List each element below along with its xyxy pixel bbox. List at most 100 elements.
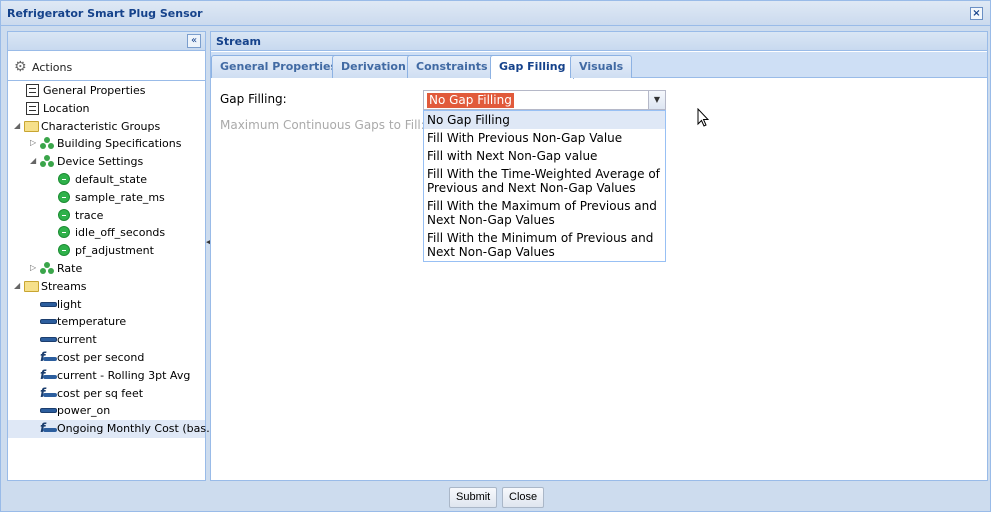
tree-node[interactable]: power_on bbox=[8, 402, 205, 420]
tab-gap-filling[interactable]: Gap Filling bbox=[490, 55, 575, 79]
gap-filling-dropdown: No Gap Filling Fill With Previous Non-Gap… bbox=[423, 110, 666, 262]
characteristic-icon bbox=[58, 226, 70, 239]
tree-node-label: Rate bbox=[57, 261, 83, 275]
gear-icon: ⚙ bbox=[14, 59, 27, 75]
tree-node-label: idle_off_seconds bbox=[75, 226, 166, 240]
entity-tree: General Properties Location ◢ Characteristi… bbox=[8, 82, 217, 438]
tree-node-label: pf_adjustment bbox=[75, 244, 154, 258]
gap-filling-select[interactable]: No Gap Filling ▼ bbox=[423, 90, 666, 110]
tree-node[interactable]: f cost per sq feet bbox=[8, 385, 205, 403]
dialog-window: Refrigerator Smart Plug Sensor × « ⚙ Act… bbox=[0, 0, 991, 512]
stream-panel-header: Stream bbox=[211, 32, 987, 51]
tab-strip: General Properties Derivation Constraints G… bbox=[211, 52, 987, 79]
stream-icon bbox=[40, 337, 57, 343]
tree-node-label: Ongoing Monthly Cost (bas… bbox=[57, 422, 218, 436]
dropdown-option[interactable]: Fill with Next Non-Gap value bbox=[424, 147, 665, 165]
mouse-cursor-icon bbox=[697, 108, 709, 127]
collapse-toggle-icon[interactable]: ◢ bbox=[14, 281, 22, 291]
derived-stream-icon: f bbox=[40, 350, 57, 365]
actions-label: Actions bbox=[32, 61, 73, 74]
tree-panel-header: « bbox=[8, 32, 205, 51]
group-icon bbox=[40, 261, 54, 275]
tree-node-label: current - Rolling 3pt Avg bbox=[57, 368, 191, 382]
characteristic-icon bbox=[58, 208, 70, 221]
dropdown-option[interactable]: Fill With Previous Non-Gap Value bbox=[424, 129, 665, 147]
tree-node[interactable]: General Properties bbox=[8, 82, 205, 100]
tree-node[interactable]: ◢ Device Settings bbox=[8, 153, 205, 171]
tree-node-label: Building Specifications bbox=[57, 137, 182, 151]
tree-node[interactable]: trace bbox=[8, 207, 205, 225]
window-titlebar[interactable]: Refrigerator Smart Plug Sensor × bbox=[1, 1, 990, 26]
characteristic-icon bbox=[58, 190, 70, 203]
expand-toggle-icon[interactable]: ▷ bbox=[30, 263, 38, 273]
tree-node[interactable]: idle_off_seconds bbox=[8, 224, 205, 242]
tab-visuals[interactable]: Visuals bbox=[570, 55, 633, 78]
tree-node[interactable]: f current - Rolling 3pt Avg bbox=[8, 367, 205, 385]
tree-node-label: power_on bbox=[57, 404, 111, 418]
collapse-toggle-icon[interactable]: ◢ bbox=[30, 156, 38, 166]
tab-general-properties[interactable]: General Properties bbox=[211, 55, 347, 78]
derived-stream-icon: f bbox=[40, 386, 57, 401]
document-icon bbox=[26, 101, 39, 115]
tree-node-label: Characteristic Groups bbox=[41, 119, 161, 133]
tree-node-label: Location bbox=[43, 101, 90, 115]
tab-derivation[interactable]: Derivation bbox=[332, 55, 415, 78]
tree-node[interactable]: f Ongoing Monthly Cost (bas… bbox=[8, 420, 217, 438]
tree-node-label: light bbox=[57, 297, 82, 311]
tab-constraints[interactable]: Constraints bbox=[407, 55, 497, 78]
submit-button[interactable]: Submit bbox=[449, 487, 498, 508]
folder-icon bbox=[24, 120, 39, 132]
tree-node-label: Streams bbox=[41, 279, 87, 293]
tree-node[interactable]: pf_adjustment bbox=[8, 242, 205, 260]
tree-panel: « ⚙ Actions General Properties Location ◢ C… bbox=[7, 31, 217, 481]
tree-node[interactable]: current bbox=[8, 331, 205, 349]
dropdown-option[interactable]: Fill With the Maximum of Previous and Ne… bbox=[424, 197, 665, 229]
stream-icon bbox=[40, 408, 57, 414]
tree-node-label: default_state bbox=[75, 172, 148, 186]
window-title: Refrigerator Smart Plug Sensor bbox=[7, 7, 203, 20]
tree-node[interactable]: Location bbox=[8, 100, 205, 118]
stream-icon bbox=[40, 319, 57, 325]
max-gaps-label: Maximum Continuous Gaps to Fill: bbox=[220, 118, 425, 132]
document-icon bbox=[26, 84, 39, 97]
stream-icon bbox=[40, 301, 57, 307]
expand-toggle-icon[interactable]: ▷ bbox=[30, 138, 38, 148]
tree-node[interactable]: ▷ Building Specifications bbox=[8, 135, 205, 153]
collapse-panel-icon[interactable]: « bbox=[187, 34, 201, 48]
tree-node-label: Device Settings bbox=[57, 155, 144, 169]
actions-menu[interactable]: ⚙ Actions bbox=[8, 52, 205, 81]
tree-node-label: General Properties bbox=[43, 84, 146, 97]
derived-stream-icon: f bbox=[40, 421, 57, 436]
tree-node[interactable]: ▷ Rate bbox=[8, 260, 205, 278]
tree-node-label: current bbox=[57, 333, 97, 347]
dropdown-option[interactable]: Fill With the Minimum of Previous and Ne… bbox=[424, 229, 665, 261]
tree-node[interactable]: ◢ Characteristic Groups bbox=[8, 118, 205, 136]
tree-node-label: cost per second bbox=[57, 350, 145, 364]
close-button[interactable]: Close bbox=[502, 487, 545, 508]
tree-node[interactable]: temperature bbox=[8, 313, 205, 331]
stream-panel-title: Stream bbox=[216, 35, 261, 48]
tree-node[interactable]: sample_rate_ms bbox=[8, 189, 205, 207]
close-icon[interactable]: × bbox=[970, 7, 983, 20]
chevron-down-icon[interactable]: ▼ bbox=[648, 91, 665, 109]
dropdown-option[interactable]: No Gap Filling bbox=[424, 111, 665, 129]
tree-node-label: sample_rate_ms bbox=[75, 190, 165, 204]
folder-icon bbox=[24, 280, 39, 292]
tree-node-label: temperature bbox=[57, 315, 127, 329]
derived-stream-icon: f bbox=[40, 368, 57, 383]
group-icon bbox=[40, 137, 54, 150]
gap-filling-form: Gap Filling: Maximum Continuous Gaps to … bbox=[211, 79, 987, 480]
tree-node[interactable]: default_state bbox=[8, 171, 205, 189]
tree-node-label: cost per sq feet bbox=[57, 386, 144, 400]
characteristic-icon bbox=[58, 172, 70, 185]
dropdown-option[interactable]: Fill With the Time-Weighted Average of P… bbox=[424, 165, 665, 197]
characteristic-icon bbox=[58, 244, 70, 257]
tree-node[interactable]: light bbox=[8, 296, 205, 314]
stream-panel: Stream General Properties Derivation Const… bbox=[210, 31, 988, 481]
tree-node[interactable]: ◢ Streams bbox=[8, 278, 205, 296]
group-icon bbox=[40, 155, 54, 168]
tree-node-label: trace bbox=[75, 208, 104, 222]
collapse-toggle-icon[interactable]: ◢ bbox=[14, 121, 22, 131]
gap-filling-value[interactable]: No Gap Filling bbox=[427, 93, 514, 108]
tree-node[interactable]: f cost per second bbox=[8, 349, 205, 367]
